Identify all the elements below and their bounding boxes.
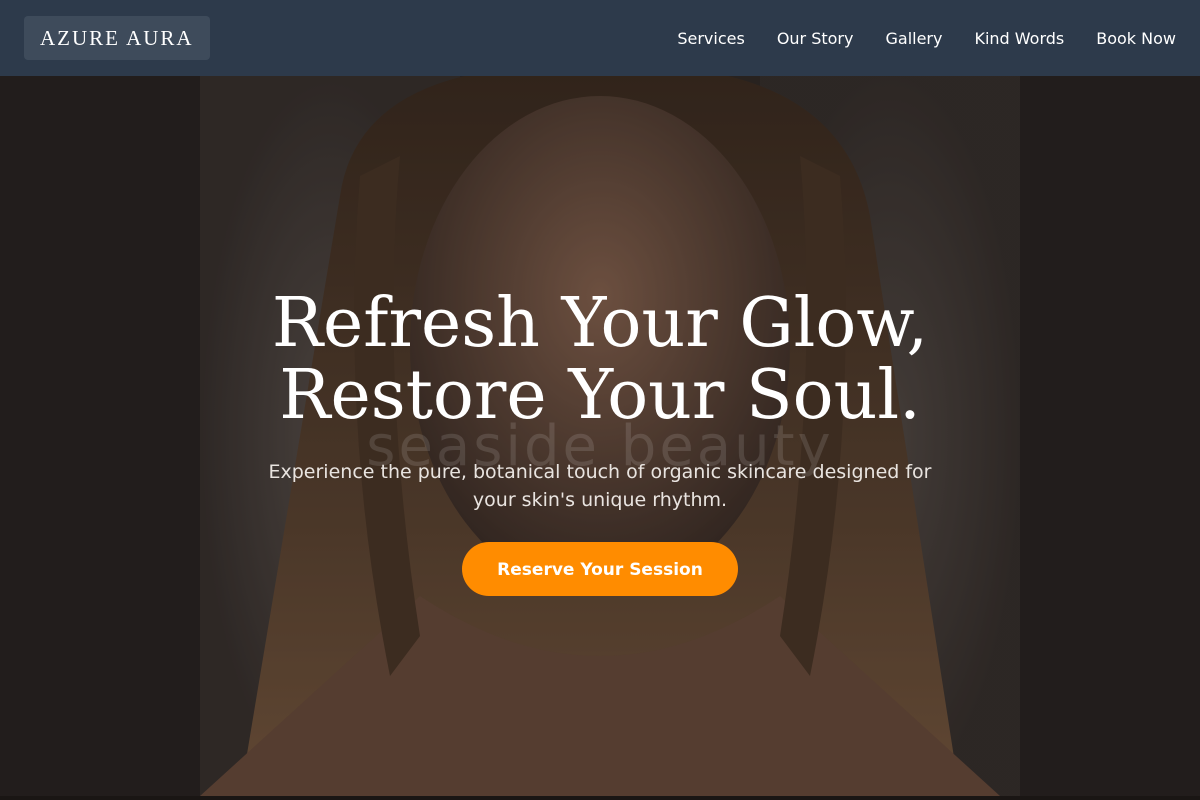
hero-subtitle: Experience the pure, botanical touch of … bbox=[268, 461, 932, 511]
hero-title-line-2: Restore Your Soul. bbox=[279, 356, 921, 435]
brand-logo[interactable]: AZURE AURA bbox=[24, 16, 210, 60]
nav-link-services[interactable]: Services bbox=[677, 29, 744, 48]
brand-name: AZURE AURA bbox=[40, 25, 194, 50]
hero-content: Refresh Your Glow, Restore Your Soul. Ex… bbox=[0, 288, 1200, 596]
reserve-session-button[interactable]: Reserve Your Session bbox=[462, 542, 738, 596]
hero-title: Refresh Your Glow, Restore Your Soul. bbox=[0, 288, 1200, 432]
nav-link-book-now[interactable]: Book Now bbox=[1096, 29, 1176, 48]
top-navbar: AZURE AURA Services Our Story Gallery Ki… bbox=[0, 0, 1200, 76]
main-navigation: Services Our Story Gallery Kind Words Bo… bbox=[677, 29, 1176, 48]
nav-link-kind-words[interactable]: Kind Words bbox=[974, 29, 1064, 48]
hero-section: seaside beauty Refresh Your Glow, Restor… bbox=[0, 76, 1200, 796]
nav-link-gallery[interactable]: Gallery bbox=[885, 29, 942, 48]
nav-link-our-story[interactable]: Our Story bbox=[777, 29, 854, 48]
hero-title-line-1: Refresh Your Glow, bbox=[271, 284, 929, 363]
